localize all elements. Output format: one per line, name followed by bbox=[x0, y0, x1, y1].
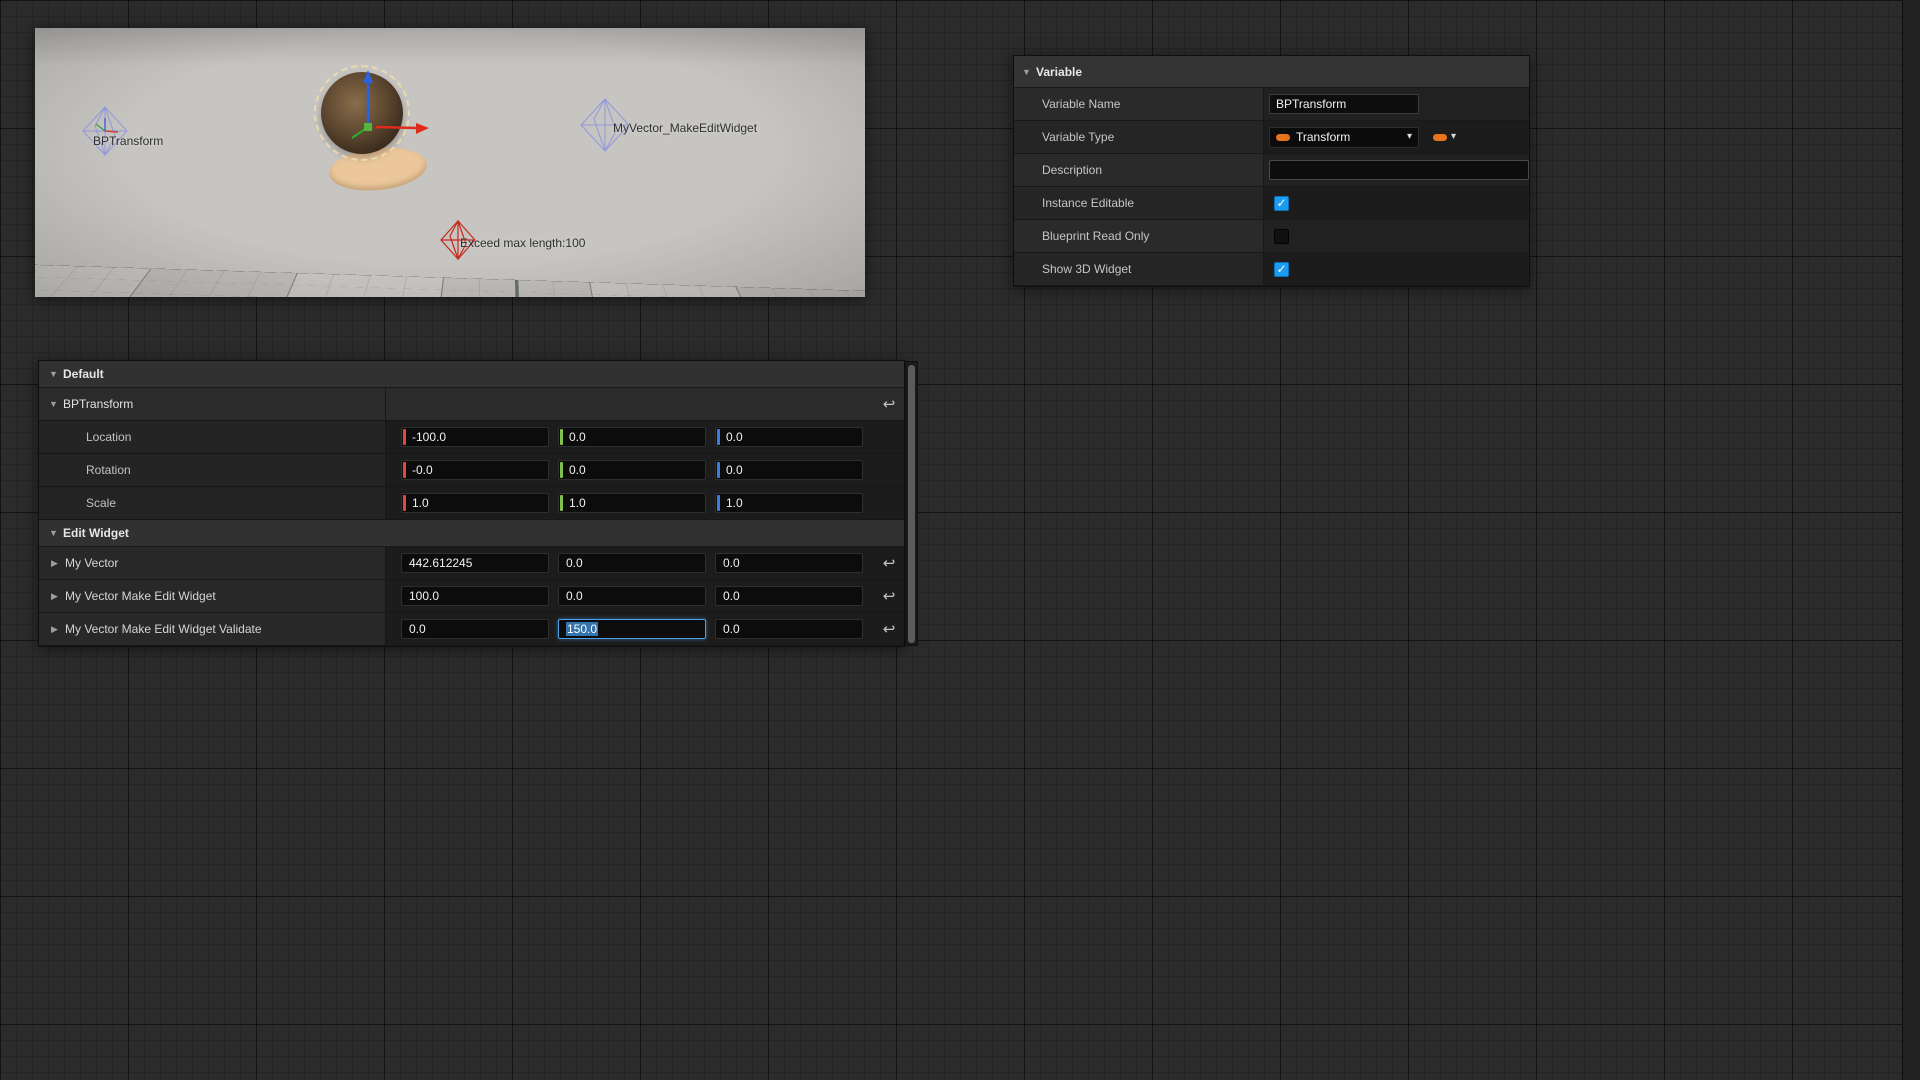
transform-type-pill-icon bbox=[1276, 134, 1290, 141]
blueprint-read-only-row: Blueprint Read Only ✓ bbox=[1014, 220, 1529, 253]
rotation-z-field[interactable]: 0.0 bbox=[715, 460, 863, 480]
z-axis-strip bbox=[717, 462, 720, 478]
my-vector-make-edit-widget-label: My Vector Make Edit Widget bbox=[65, 589, 216, 603]
show-3d-widget-checkbox[interactable]: ✓ bbox=[1274, 262, 1289, 277]
section-title-edit-widget: Edit Widget bbox=[63, 526, 129, 540]
rotation-y-field[interactable]: 0.0 bbox=[558, 460, 706, 480]
details-scrollbar[interactable] bbox=[905, 361, 918, 646]
check-icon: ✓ bbox=[1276, 197, 1286, 209]
z-axis-strip bbox=[717, 495, 720, 511]
blueprint-read-only-label: Blueprint Read Only bbox=[1014, 220, 1264, 253]
section-header-edit-widget[interactable]: ▼ Edit Widget bbox=[39, 520, 904, 547]
my-vector-make-edit-widget-z-field[interactable]: 0.0 bbox=[715, 586, 863, 606]
section-header-default[interactable]: ▼ Default bbox=[39, 361, 904, 388]
scale-z-field[interactable]: 1.0 bbox=[715, 493, 863, 513]
triangle-expanded-icon: ▼ bbox=[49, 369, 63, 379]
triangle-expanded-icon: ▼ bbox=[49, 399, 63, 409]
y-axis-strip bbox=[560, 462, 563, 478]
check-icon: ✓ bbox=[1276, 263, 1286, 275]
variable-type-row: Variable Type Transform ▾ ▾ bbox=[1014, 121, 1529, 154]
my-vector-make-edit-widget-y-field[interactable]: 0.0 bbox=[558, 586, 706, 606]
reset-to-default-button[interactable]: ↩ bbox=[883, 556, 896, 571]
rotation-label: Rotation bbox=[86, 463, 131, 477]
triangle-expanded-icon: ▼ bbox=[49, 528, 63, 538]
my-vector-label: My Vector bbox=[65, 556, 118, 570]
instance-editable-label: Instance Editable bbox=[1014, 187, 1264, 220]
location-y-field[interactable]: 0.0 bbox=[558, 427, 706, 447]
triangle-expanded-icon: ▼ bbox=[1022, 67, 1036, 77]
location-x-field[interactable]: -100.0 bbox=[401, 427, 549, 447]
reset-to-default-button[interactable]: ↩ bbox=[883, 622, 896, 637]
selection-ring bbox=[314, 65, 410, 161]
variable-name-input[interactable] bbox=[1269, 94, 1419, 114]
z-axis-strip bbox=[717, 429, 720, 445]
description-input[interactable] bbox=[1269, 160, 1529, 180]
y-axis-strip bbox=[560, 429, 563, 445]
bptransform-row[interactable]: ▼ BPTransform ↩ bbox=[39, 388, 904, 421]
my-vector-make-edit-widget-validate-row[interactable]: ▶ My Vector Make Edit Widget Validate 0.… bbox=[39, 613, 904, 646]
my-vector-make-edit-widget-validate-y-field[interactable]: 150.0 bbox=[558, 619, 706, 639]
3d-viewport[interactable]: BPTransform MyVector_MakeEditWidget Exce… bbox=[35, 28, 865, 297]
variable-section-title: Variable bbox=[1036, 65, 1082, 79]
show-3d-widget-label: Show 3D Widget bbox=[1014, 253, 1264, 286]
rotation-x-field[interactable]: -0.0 bbox=[401, 460, 549, 480]
my-vector-y-field[interactable]: 0.0 bbox=[558, 553, 706, 573]
description-label: Description bbox=[1014, 154, 1264, 187]
world-axis-line bbox=[515, 280, 531, 297]
viewport-floor-tilt bbox=[35, 28, 865, 297]
my-vector-make-edit-widget-x-field[interactable]: 100.0 bbox=[401, 586, 549, 606]
triangle-collapsed-icon: ▶ bbox=[51, 591, 65, 602]
variable-type-dropdown[interactable]: Transform ▾ bbox=[1269, 127, 1419, 148]
y-axis-strip bbox=[560, 495, 563, 511]
location-label: Location bbox=[86, 430, 131, 444]
section-title-default: Default bbox=[63, 367, 104, 381]
my-vector-make-edit-widget-validate-z-field[interactable]: 0.0 bbox=[715, 619, 863, 639]
transform-type-pill-icon bbox=[1433, 134, 1447, 141]
x-axis-strip bbox=[403, 462, 406, 478]
widget-label-exceed-max-length: Exceed max length:100 bbox=[460, 236, 585, 250]
my-vector-make-edit-widget-validate-label: My Vector Make Edit Widget Validate bbox=[65, 622, 262, 636]
my-vector-make-edit-widget-validate-x-field[interactable]: 0.0 bbox=[401, 619, 549, 639]
details-panel: ▼ Default ▼ BPTransform ↩ Location -100.… bbox=[38, 360, 905, 647]
viewport-floor-grid bbox=[35, 259, 865, 297]
x-axis-strip bbox=[403, 495, 406, 511]
bptransform-row-label: BPTransform bbox=[63, 397, 133, 411]
triangle-collapsed-icon: ▶ bbox=[51, 624, 65, 635]
scale-row: Scale 1.0 1.0 1.0 bbox=[39, 487, 904, 520]
blueprint-read-only-checkbox[interactable]: ✓ bbox=[1274, 229, 1289, 244]
reset-to-default-button[interactable]: ↩ bbox=[883, 397, 896, 412]
x-axis-strip bbox=[403, 429, 406, 445]
location-row: Location -100.0 0.0 0.0 bbox=[39, 421, 904, 454]
widget-label-myvector-makeeditwidget: MyVector_MakeEditWidget bbox=[613, 121, 757, 135]
instance-editable-row: Instance Editable ✓ bbox=[1014, 187, 1529, 220]
my-vector-make-edit-widget-row[interactable]: ▶ My Vector Make Edit Widget 100.0 0.0 0… bbox=[39, 580, 904, 613]
show-3d-widget-row: Show 3D Widget ✓ bbox=[1014, 253, 1529, 286]
instance-editable-checkbox[interactable]: ✓ bbox=[1274, 196, 1289, 211]
variable-details-panel: ▼ Variable Variable Name Variable Type T… bbox=[1013, 55, 1530, 287]
variable-type-value: Transform bbox=[1296, 130, 1401, 144]
triangle-collapsed-icon: ▶ bbox=[51, 558, 65, 569]
variable-type-label: Variable Type bbox=[1014, 121, 1264, 154]
scrollbar-thumb[interactable] bbox=[908, 365, 915, 643]
chevron-down-icon: ▾ bbox=[1451, 132, 1456, 142]
right-edge-strip bbox=[1902, 0, 1920, 1080]
scale-x-field[interactable]: 1.0 bbox=[401, 493, 549, 513]
my-vector-row[interactable]: ▶ My Vector 442.612245 0.0 0.0 ↩ bbox=[39, 547, 904, 580]
variable-name-row: Variable Name bbox=[1014, 88, 1529, 121]
variable-section-header[interactable]: ▼ Variable bbox=[1014, 56, 1529, 88]
location-z-field[interactable]: 0.0 bbox=[715, 427, 863, 447]
reset-to-default-button[interactable]: ↩ bbox=[883, 589, 896, 604]
description-row: Description bbox=[1014, 154, 1529, 187]
my-vector-x-field[interactable]: 442.612245 bbox=[401, 553, 549, 573]
scale-label: Scale bbox=[86, 496, 116, 510]
scale-y-field[interactable]: 1.0 bbox=[558, 493, 706, 513]
chevron-down-icon: ▾ bbox=[1407, 132, 1412, 142]
widget-label-bptransform: BPTransform bbox=[93, 134, 163, 148]
rotation-row: Rotation -0.0 0.0 0.0 bbox=[39, 454, 904, 487]
variable-name-label: Variable Name bbox=[1014, 88, 1264, 121]
my-vector-z-field[interactable]: 0.0 bbox=[715, 553, 863, 573]
container-type-dropdown[interactable]: ▾ bbox=[1433, 132, 1456, 142]
